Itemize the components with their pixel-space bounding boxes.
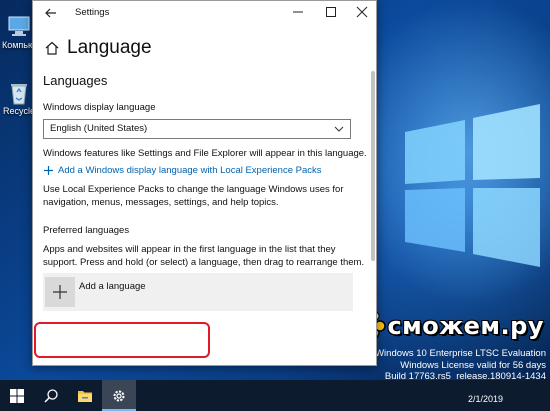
license-watermark-text: Windows 10 Enterprise LTSC Evaluation Wi… (375, 348, 546, 380)
scrollbar[interactable] (371, 71, 375, 261)
display-language-label: Windows display language (43, 102, 156, 113)
recycle-bin-icon (6, 80, 32, 105)
minimize-icon (293, 11, 303, 13)
add-display-language-link-label: Add a Windows display language with Loca… (58, 165, 322, 176)
close-button[interactable] (345, 1, 378, 23)
display-language-value: English (United States) (50, 123, 148, 134)
license-line: Build 17763.rs5_release.180914-1434 (384, 371, 546, 380)
back-arrow-icon[interactable] (43, 5, 59, 21)
window-title: Settings (75, 7, 110, 18)
add-language-button[interactable]: Add a language (43, 273, 353, 311)
maximize-icon (326, 7, 336, 17)
add-language-label: Add a language (79, 281, 146, 292)
language-settings-content: Languages Windows display language Engli… (43, 73, 369, 311)
desktop-icon-recycle-bin[interactable]: Recycle (2, 80, 36, 116)
file-explorer-button[interactable] (68, 380, 102, 411)
window-titlebar: Settings (33, 1, 376, 25)
computer-icon (6, 14, 32, 38)
settings-window: Settings Language Languages Windows disp… (32, 0, 377, 366)
chevron-down-icon (334, 126, 344, 132)
lxp-note: Use Local Experience Packs to change the… (43, 184, 344, 208)
preferred-languages-title: Preferred languages (43, 225, 130, 236)
section-title-languages: Languages (43, 73, 108, 88)
start-button[interactable] (0, 380, 34, 411)
start-icon (10, 389, 24, 403)
close-icon (356, 6, 368, 18)
license-line: Windows 10 Enterprise LTSC Evaluation (375, 348, 546, 359)
watermark-text: сможем.ру (387, 312, 544, 340)
license-line: Windows License valid for 56 days (400, 359, 546, 371)
display-language-dropdown[interactable]: English (United States) (43, 119, 351, 139)
page-title: Language (67, 37, 152, 58)
maximize-button[interactable] (314, 1, 347, 23)
plus-icon (53, 285, 67, 299)
settings-icon (113, 390, 125, 402)
search-icon (44, 389, 58, 403)
desktop-icon-label: Recycle (2, 106, 35, 116)
minimize-button[interactable] (281, 1, 314, 23)
file-explorer-icon (78, 391, 92, 402)
preferred-languages-note: Apps and websites will appear in the fir… (43, 244, 365, 268)
add-language-plus-tile (45, 277, 75, 307)
windows-logo-wallpaper (395, 92, 545, 272)
desktop-icon-label: Компьют (2, 40, 39, 50)
add-icon (44, 166, 53, 175)
display-language-note: Windows features like Settings and File … (43, 148, 367, 159)
desktop-icon-computer[interactable]: Компьют (2, 14, 39, 50)
add-display-language-link[interactable]: Add a Windows display language with Loca… (43, 165, 369, 176)
taskbar-date[interactable]: 2/1/2019 (468, 394, 503, 404)
home-icon[interactable] (45, 41, 59, 55)
search-button[interactable] (34, 380, 68, 411)
settings-taskbar-button[interactable] (102, 380, 136, 411)
